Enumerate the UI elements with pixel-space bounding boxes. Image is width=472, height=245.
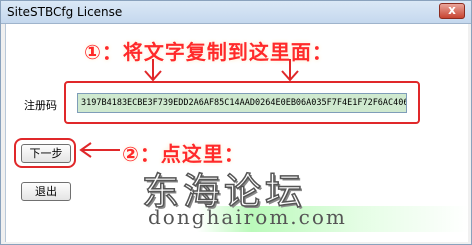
close-button[interactable]: x <box>439 3 465 19</box>
registration-code-label: 注册码 <box>24 99 57 112</box>
exit-button[interactable]: 退出 <box>21 182 71 201</box>
arrow-icon <box>281 59 299 82</box>
arrow-icon <box>79 142 120 158</box>
next-button[interactable]: 下一步 <box>21 144 71 163</box>
close-icon: x <box>448 3 456 17</box>
license-dialog: SiteSTBCfg License x ①：将文字复制到这里面： 注册码 31… <box>0 0 472 245</box>
watermark-url: donghairom.com <box>148 205 347 229</box>
registration-code-input[interactable]: 3197B4183ECBE3F739EDD2A6AF85C14AAD0264E0… <box>77 93 407 113</box>
arrow-icon <box>144 59 162 82</box>
window-title: SiteSTBCfg License <box>7 5 123 19</box>
title-bar[interactable]: SiteSTBCfg License x <box>1 1 471 24</box>
